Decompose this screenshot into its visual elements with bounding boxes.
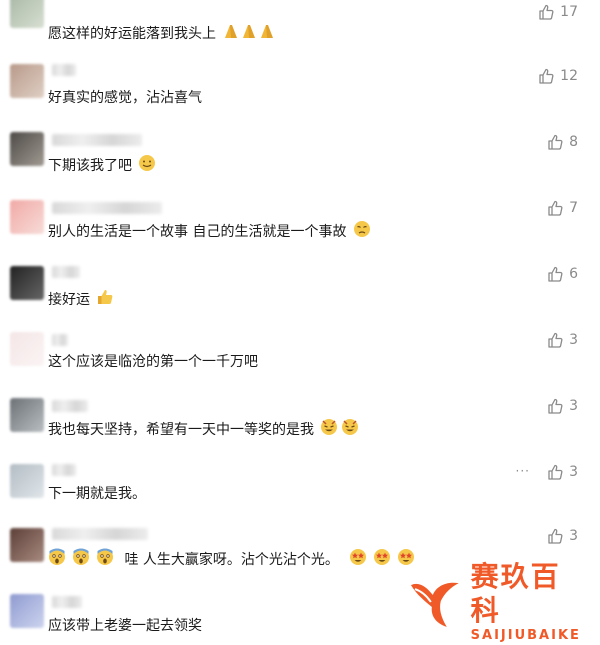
watermark: 赛玖百科 SAIJIUBAIKE — [405, 560, 590, 643]
like-button[interactable]: 6 — [547, 266, 578, 282]
thumbs-up-outline-icon — [548, 134, 563, 150]
like-count: 7 — [569, 200, 578, 216]
comment-item: 这个应该是临沧的第一个一千万吧 3 — [0, 328, 600, 388]
more-options-button[interactable]: ··· — [516, 464, 530, 478]
watermark-cn: 赛玖百科 — [470, 560, 561, 627]
comment-text: 别人的生活是一个故事 自己的生活就是一个事故 — [48, 224, 347, 240]
sad-icon — [353, 220, 371, 244]
comment-text-wrap: 别人的生活是一个故事 自己的生活就是一个事故 — [48, 220, 371, 244]
comment-text-wrap: 哇 人生大赢家呀。沾个光沾个光。 — [48, 548, 415, 572]
thumbs-up-outline-icon — [548, 398, 563, 414]
username[interactable] — [52, 596, 82, 608]
avatar[interactable] — [10, 398, 44, 432]
smile-icon — [138, 154, 156, 178]
pray-icon — [222, 22, 276, 46]
comment-text: 应该带上老婆一起去领奖 — [48, 618, 202, 634]
like-count: 3 — [569, 464, 578, 480]
comment-text: 好真实的感觉，沾沾喜气 — [48, 90, 202, 106]
comment-text-wrap: 接好运 — [48, 288, 114, 312]
comment-text-wrap: 愿这样的好运能落到我头上 — [48, 22, 276, 46]
like-button[interactable]: 7 — [547, 200, 578, 216]
scream-icon — [48, 548, 114, 572]
thumbs-up-outline-icon — [548, 332, 563, 348]
watermark-text: 赛玖百科 SAIJIUBAIKE — [471, 560, 590, 644]
username[interactable] — [52, 134, 142, 146]
username[interactable] — [52, 400, 88, 412]
username[interactable] — [52, 64, 76, 76]
avatar[interactable] — [10, 64, 44, 98]
comment-item: 好真实的感觉，沾沾喜气 12 — [0, 62, 600, 122]
avatar[interactable] — [10, 464, 44, 498]
thumbs-up-outline-icon — [548, 200, 563, 216]
comment-item: 我也每天坚持，希望有一天中一等奖的是我 3 — [0, 394, 600, 454]
comment-item: 下一期就是我。 ··· 3 — [0, 460, 600, 520]
like-count: 3 — [569, 528, 578, 544]
avatar[interactable] — [10, 528, 44, 562]
watermark-en: SAIJIUBAIKE — [470, 628, 581, 643]
comment-text: 愿这样的好运能落到我头上 — [48, 26, 216, 42]
username[interactable] — [52, 202, 162, 214]
thumbs-up-outline-icon — [539, 4, 554, 20]
like-count: 12 — [560, 68, 578, 84]
comment-text: 这个应该是临沧的第一个一千万吧 — [48, 354, 258, 370]
username[interactable] — [52, 334, 68, 346]
comment-text: 接好运 — [48, 292, 90, 308]
like-button[interactable]: 3 — [547, 528, 578, 544]
like-button[interactable]: 3 — [547, 332, 578, 348]
avatar[interactable] — [10, 266, 44, 300]
avatar[interactable] — [10, 132, 44, 166]
like-count: 3 — [569, 398, 578, 414]
avatar[interactable] — [10, 594, 44, 628]
comment-text-wrap: 下期该我了吧 — [48, 154, 156, 178]
like-button[interactable]: 8 — [547, 134, 578, 150]
comment-text: 我也每天坚持，希望有一天中一等奖的是我 — [48, 422, 314, 438]
username[interactable] — [52, 464, 76, 476]
comment-item: 别人的生活是一个故事 自己的生活就是一个事故 7 — [0, 196, 600, 256]
like-button[interactable]: 12 — [538, 68, 578, 84]
username[interactable] — [52, 528, 148, 540]
thumbs-up-icon — [96, 288, 114, 312]
devil-grin-icon — [320, 418, 360, 442]
avatar[interactable] — [10, 200, 44, 234]
thumbs-up-outline-icon — [548, 528, 563, 544]
comment-item: 下期该我了吧 8 — [0, 130, 600, 190]
comment-text: 哇 人生大赢家呀。沾个光沾个光。 — [124, 552, 339, 568]
thumbs-up-outline-icon — [539, 68, 554, 84]
like-button[interactable]: 3 — [547, 464, 578, 480]
avatar[interactable] — [10, 332, 44, 366]
avatar[interactable] — [10, 0, 44, 28]
comment-text: 下期该我了吧 — [48, 158, 132, 174]
like-count: 8 — [569, 134, 578, 150]
thumbs-up-outline-icon — [548, 464, 563, 480]
comment-item: 愿这样的好运能落到我头上 17 — [0, 0, 600, 60]
whale-tail-logo-icon — [410, 582, 459, 627]
comment-text-wrap: 我也每天坚持，希望有一天中一等奖的是我 — [48, 418, 360, 442]
like-count: 17 — [560, 4, 578, 20]
comment-item: 接好运 6 — [0, 262, 600, 322]
username[interactable] — [52, 266, 80, 278]
comment-list: 愿这样的好运能落到我头上 17 好真实的感觉，沾沾喜气 12 下期该我了吧 8 … — [0, 0, 600, 645]
like-count: 6 — [569, 266, 578, 282]
like-count: 3 — [569, 332, 578, 348]
thumbs-up-outline-icon — [548, 266, 563, 282]
comment-text: 下一期就是我。 — [48, 486, 146, 502]
like-button[interactable]: 17 — [538, 4, 578, 20]
like-button[interactable]: 3 — [547, 398, 578, 414]
